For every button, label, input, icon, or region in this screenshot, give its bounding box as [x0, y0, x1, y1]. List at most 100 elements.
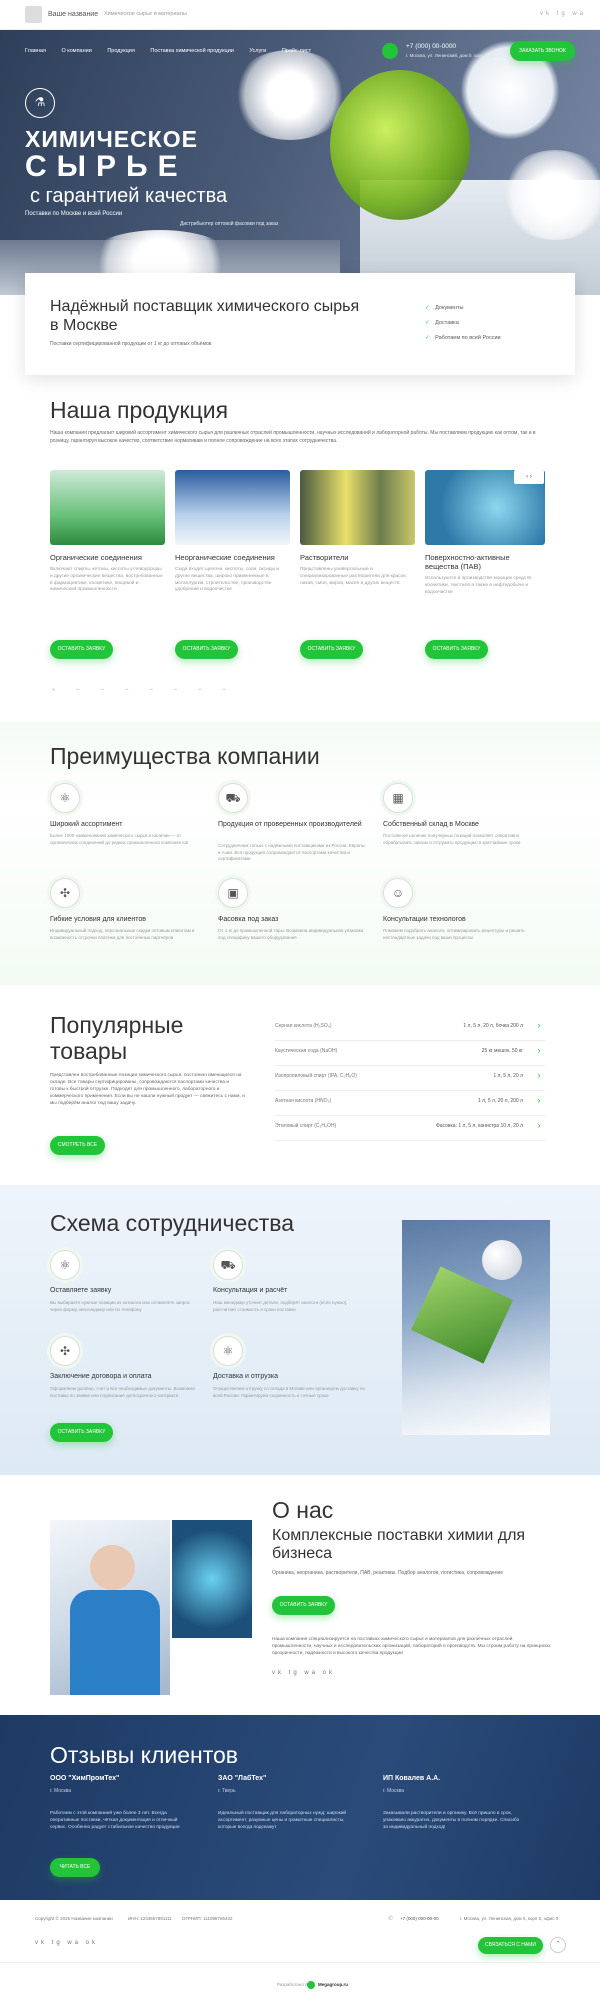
popular-item[interactable]: Этиловый спирт (C₂H₅OH) Фасовка: 1 л, 5 л… — [275, 1116, 545, 1141]
feature-delivery: Доставка — [425, 320, 459, 326]
popular-item[interactable]: Серная кислота (H₂SO₄) 1 л, 5 л, 20 л, бо… — [275, 1016, 545, 1041]
item-pack: 1 л, 5 л, 20 л — [493, 1073, 523, 1079]
advantages-title: Преимущества компании — [50, 743, 320, 769]
order-button[interactable]: ОСТАВИТЬ ЗАЯВКУ — [300, 640, 363, 659]
phone-icon — [382, 43, 398, 59]
adv-desc: Более 1000 наименований химического сырь… — [50, 833, 189, 845]
adv-desc: От 1 кг до промышленной тары. Возможна и… — [218, 928, 364, 940]
scheme-step-title: Консультация и расчёт — [213, 1287, 288, 1294]
item-name[interactable]: Изопропиловый спирт (IPA, C₃H₈O) — [275, 1073, 357, 1079]
product-title[interactable]: Растворители — [300, 553, 415, 562]
product-card[interactable]: Неорганические соединения Сюда входят ще… — [175, 470, 290, 594]
adv-desc: Сотрудничаем только с надёжными поставщи… — [218, 843, 365, 861]
products-lead: Наша компания предлагает широкий ассорти… — [50, 430, 536, 444]
nav-services[interactable]: Услуги — [249, 48, 266, 54]
about-title: О нас — [272, 1497, 334, 1523]
read-all-button[interactable]: ЧИТАТЬ ВСЕ — [50, 1858, 100, 1877]
order-button[interactable]: ОСТАВИТЬ ЗАЯВКУ — [175, 640, 238, 659]
header-phone[interactable]: +7 (000) 00-0000 — [406, 43, 456, 50]
footer-phone[interactable]: +7 (000) 000-00-00 — [400, 1916, 439, 1921]
footer-copyright: Copyright © 2025 Название компании — [35, 1916, 113, 1921]
review-author: ЗАО "ЛабТех" — [218, 1775, 267, 1782]
hero-title-line1: ХИМИЧЕСКОЕ — [25, 126, 198, 152]
chevron-right-icon[interactable]: › — [533, 1045, 545, 1057]
phone-icon: ✆ — [388, 1916, 394, 1922]
nav-about[interactable]: О компании — [61, 48, 91, 54]
footer-ogrn: ОГРНИП: 111098765432 — [182, 1916, 233, 1921]
hero-subtitle-2: Дистрибьютер оптовой фасовки под заказ — [180, 221, 279, 227]
developer-brand[interactable]: Megagroup.ru — [318, 1982, 348, 1987]
popular-item[interactable]: Каустическая сода (NaOH) 25 кг мешок, 50 … — [275, 1041, 545, 1066]
product-card[interactable]: Поверхностно-активные вещества (ПАВ) Исп… — [425, 470, 545, 596]
item-pack: 1 л, 5 л, 20 л, 200 л — [477, 1098, 523, 1104]
main-nav: Главная О компании Продукция Поставка хи… — [25, 48, 325, 54]
popular-title-line1: Популярные — [50, 1012, 184, 1038]
scroll-top-icon[interactable]: ⌃ — [550, 1937, 566, 1953]
product-card[interactable]: Растворители Представлены универсальные … — [300, 470, 415, 587]
product-desc: Используются в производстве моющих средс… — [425, 576, 531, 595]
hero-title-line2: СЫРЬЕ — [25, 150, 188, 183]
review-text: Заказывали растворители и органику. Всё … — [383, 1811, 520, 1830]
molecule-icon: ⚛ — [50, 783, 80, 813]
item-name[interactable]: Каустическая сода (NaOH) — [275, 1048, 337, 1054]
reviews-title: Отзывы клиентов — [50, 1742, 239, 1768]
developer-logo-icon — [307, 1981, 315, 1989]
scheme-step-title: Заключение договора и оплата — [50, 1373, 152, 1380]
site-name[interactable]: Ваше название — [48, 11, 98, 18]
review-text: Работаем с этой компанией уже более 3 ле… — [50, 1811, 180, 1830]
order-button[interactable]: ОСТАВИТЬ ЗАЯВКУ — [425, 640, 488, 659]
scheme-title: Схема сотрудничества — [50, 1210, 295, 1236]
scheme-step-desc: Вы выбираете нужные позиции из каталога … — [50, 1300, 191, 1312]
social-icons[interactable]: vk tg wa — [540, 11, 586, 17]
technologist-icon: ☺ — [383, 878, 413, 908]
supplier-title: Надёжный поставщик химического сырья в М… — [50, 298, 360, 334]
product-title[interactable]: Неорганические соединения — [175, 553, 290, 562]
about-social-icons[interactable]: vk tg wa ok — [272, 1670, 335, 1676]
popular-title: Популярные товары — [50, 1012, 183, 1064]
about-image-2 — [172, 1520, 252, 1638]
popular-item[interactable]: Изопропиловый спирт (IPA, C₃H₈O) 1 л, 5 л… — [275, 1066, 545, 1091]
chevron-right-icon[interactable]: › — [533, 1095, 545, 1107]
product-title[interactable]: Поверхностно-активные вещества (ПАВ) — [425, 553, 545, 571]
footer-social-icons[interactable]: vk tg wa ok — [35, 1940, 98, 1946]
contact-us-button[interactable]: СВЯЗАТЬСЯ С НАМИ — [478, 1937, 543, 1954]
product-card[interactable]: Органические соединения Включают спирты,… — [50, 470, 165, 594]
supplier-subtitle: Поставки сертифицированной продукции от … — [50, 341, 212, 347]
chevron-right-icon[interactable]: › — [533, 1070, 545, 1082]
footer-divider — [0, 1962, 600, 1963]
molecule-icon: ⚛ — [213, 1336, 243, 1366]
scheme-order-button[interactable]: ОСТАВИТЬ ЗАЯВКУ — [50, 1423, 113, 1442]
view-all-button[interactable]: СМОТРЕТЬ ВСЕ — [50, 1136, 105, 1155]
chevron-right-icon[interactable]: › — [533, 1120, 545, 1132]
product-image[interactable] — [175, 470, 290, 545]
review-city: г. Москва — [383, 1788, 405, 1794]
scheme-step-desc: Наш менеджер уточнит детали, подберёт ан… — [213, 1300, 348, 1312]
nav-products[interactable]: Продукция — [107, 48, 135, 54]
footer-address: г. Москва, ул. Ленинская, дом 0, корп 0,… — [460, 1916, 559, 1921]
product-image[interactable] — [300, 470, 415, 545]
order-button[interactable]: ОСТАВИТЬ ЗАЯВКУ — [50, 640, 113, 659]
product-title[interactable]: Органические соединения — [50, 553, 165, 562]
footer-inn: ИНН: 1234567891111 — [128, 1916, 172, 1921]
call-request-button[interactable]: ЗАКАЗАТЬ ЗВОНОК — [510, 41, 575, 61]
adv-desc: Индивидуальный подход, персональные скид… — [50, 928, 195, 940]
product-image[interactable] — [50, 470, 165, 545]
scheme-step-desc: Осуществляем отгрузку со склада в Москве… — [213, 1386, 365, 1398]
adv-title: Фасовка под заказ — [218, 916, 279, 923]
item-name[interactable]: Серная кислота (H₂SO₄) — [275, 1023, 332, 1029]
item-name[interactable]: Этиловый спирт (C₂H₅OH) — [275, 1123, 336, 1129]
nav-supply[interactable]: Поставка химической продукции — [150, 48, 233, 54]
popular-item[interactable]: Азотная кислота (HNO₃) 1 л, 5 л, 20 л, 20… — [275, 1091, 545, 1116]
nav-home[interactable]: Главная — [25, 48, 46, 54]
slider-dots[interactable]: ● ━ ━ ━ ━ ━ ━ ━ — [52, 687, 236, 693]
scheme-step-desc: Оформляем договор, счет и все необходимы… — [50, 1386, 195, 1398]
about-image-1 — [50, 1520, 170, 1695]
chevron-right-icon[interactable]: › — [533, 1020, 545, 1032]
nav-price[interactable]: Прайс-лист — [282, 48, 311, 54]
about-order-button[interactable]: ОСТАВИТЬ ЗАЯВКУ — [272, 1596, 335, 1615]
item-name[interactable]: Азотная кислота (HNO₃) — [275, 1098, 331, 1104]
item-pack: 25 кг мешок, 50 кг — [481, 1048, 523, 1054]
supplier-card: Надёжный поставщик химического сырья в М… — [25, 273, 575, 375]
logo[interactable] — [25, 6, 42, 23]
slider-arrows[interactable]: ‹ › — [514, 470, 544, 484]
